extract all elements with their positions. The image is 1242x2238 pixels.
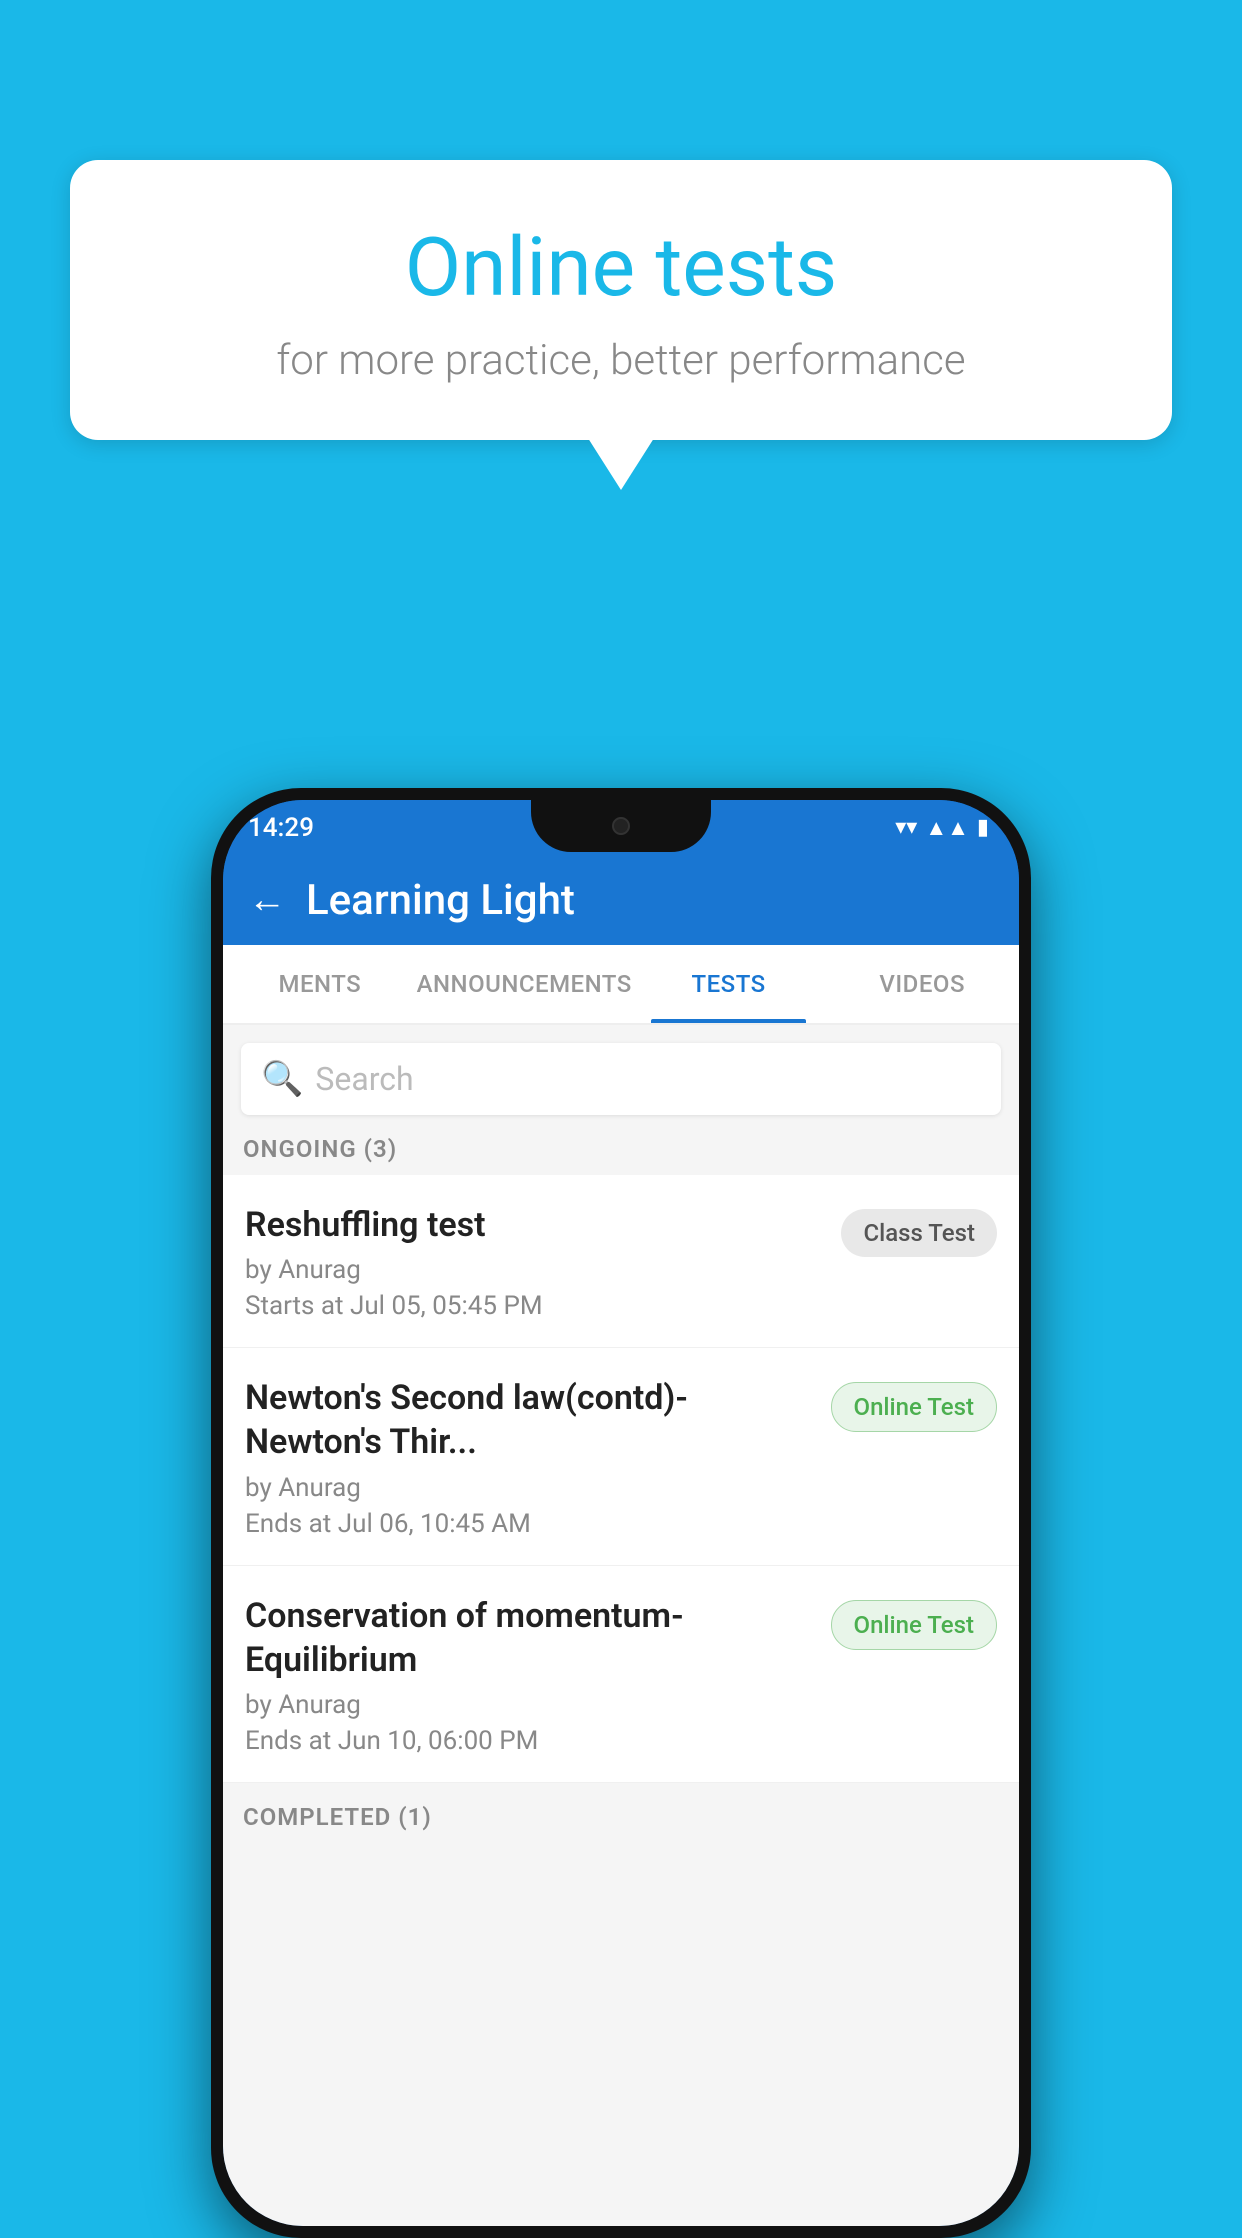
test-author-2: by Anurag xyxy=(245,1473,816,1503)
test-list: Reshuffling test by Anurag Starts at Jul… xyxy=(223,1175,1019,1783)
tab-videos[interactable]: VIDEOS xyxy=(825,945,1019,1023)
tab-bar: MENTS ANNOUNCEMENTS TESTS VIDEOS xyxy=(223,945,1019,1025)
test-time-1: Starts at Jul 05, 05:45 PM xyxy=(245,1291,826,1321)
test-info-1: Reshuffling test by Anurag Starts at Jul… xyxy=(245,1203,826,1321)
search-icon: 🔍 xyxy=(261,1059,303,1099)
status-time: 14:29 xyxy=(248,813,314,843)
wifi-icon: ▾▾ xyxy=(895,815,917,840)
speech-bubble-subtitle: for more practice, better performance xyxy=(120,336,1122,385)
completed-section-header: COMPLETED (1) xyxy=(223,1783,1019,1843)
test-badge-1: Class Test xyxy=(841,1209,997,1257)
app-bar: ← Learning Light xyxy=(223,855,1019,945)
content-area: 🔍 Search ONGOING (3) Reshuffling test by… xyxy=(223,1025,1019,2226)
test-info-3: Conservation of momentum-Equilibrium by … xyxy=(245,1594,816,1756)
notch xyxy=(531,800,711,852)
test-author-1: by Anurag xyxy=(245,1255,826,1285)
test-time-2: Ends at Jul 06, 10:45 AM xyxy=(245,1509,816,1539)
search-bar[interactable]: 🔍 Search xyxy=(241,1043,1001,1115)
back-button[interactable]: ← xyxy=(248,878,286,922)
battery-icon: ▮ xyxy=(977,815,989,840)
app-title: Learning Light xyxy=(306,876,575,925)
camera xyxy=(612,817,630,835)
speech-bubble-title: Online tests xyxy=(120,220,1122,316)
test-badge-3: Online Test xyxy=(831,1600,997,1650)
tab-announcements[interactable]: ANNOUNCEMENTS xyxy=(417,945,632,1023)
tab-ments[interactable]: MENTS xyxy=(223,945,417,1023)
test-name-3: Conservation of momentum-Equilibrium xyxy=(245,1594,816,1682)
test-item-2[interactable]: Newton's Second law(contd)-Newton's Thir… xyxy=(223,1348,1019,1565)
phone-inner: 14:29 ▾▾ ▲▲ ▮ ← Learning Light MENTS ANN… xyxy=(223,800,1019,2226)
test-item-3[interactable]: Conservation of momentum-Equilibrium by … xyxy=(223,1566,1019,1783)
test-author-3: by Anurag xyxy=(245,1690,816,1720)
speech-bubble: Online tests for more practice, better p… xyxy=(70,160,1172,440)
test-badge-2: Online Test xyxy=(831,1382,997,1432)
phone-frame: 14:29 ▾▾ ▲▲ ▮ ← Learning Light MENTS ANN… xyxy=(211,788,1031,2238)
test-name-1: Reshuffling test xyxy=(245,1203,826,1247)
speech-bubble-container: Online tests for more practice, better p… xyxy=(70,160,1172,440)
ongoing-section-header: ONGOING (3) xyxy=(223,1115,1019,1175)
test-name-2: Newton's Second law(contd)-Newton's Thir… xyxy=(245,1376,816,1464)
test-item-1[interactable]: Reshuffling test by Anurag Starts at Jul… xyxy=(223,1175,1019,1348)
test-time-3: Ends at Jun 10, 06:00 PM xyxy=(245,1726,816,1756)
signal-icon: ▲▲ xyxy=(925,815,969,841)
status-icons: ▾▾ ▲▲ ▮ xyxy=(895,815,989,841)
tab-tests[interactable]: TESTS xyxy=(632,945,826,1023)
search-input[interactable]: Search xyxy=(315,1060,413,1098)
test-info-2: Newton's Second law(contd)-Newton's Thir… xyxy=(245,1376,816,1538)
